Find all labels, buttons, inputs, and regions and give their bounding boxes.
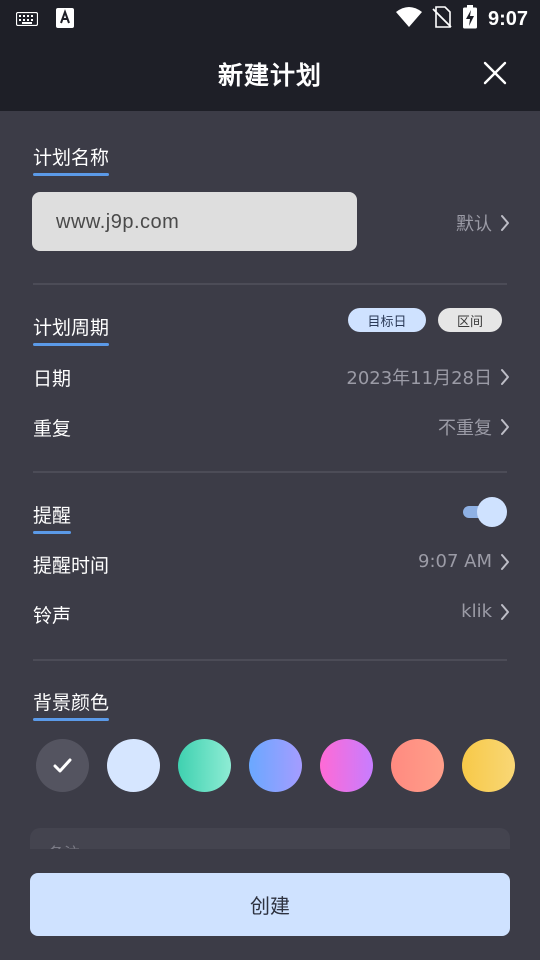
- color-swatch-pink[interactable]: [320, 739, 373, 792]
- color-swatch-coral[interactable]: [391, 739, 444, 792]
- ringtone-label: 铃声: [33, 605, 72, 627]
- color-swatch-blue-purple[interactable]: [249, 739, 302, 792]
- repeat-label: 重复: [33, 418, 72, 440]
- reminder-time-value: 9:07 AM: [418, 551, 492, 572]
- toggle-knob: [477, 497, 507, 527]
- color-swatch-yellow[interactable]: [462, 739, 515, 792]
- chip-interval[interactable]: 区间: [438, 308, 502, 332]
- plan-period-heading: 计划周期: [33, 313, 110, 346]
- reminder-label: 提醒: [33, 505, 72, 527]
- reminder-heading: 提醒: [33, 501, 72, 534]
- status-bar: 9:07: [0, 0, 540, 36]
- create-button[interactable]: 创建: [30, 873, 510, 936]
- color-swatch-teal[interactable]: [178, 739, 231, 792]
- color-swatch-light-blue[interactable]: [107, 739, 160, 792]
- repeat-value-button[interactable]: 不重复: [438, 414, 510, 440]
- reminder-toggle[interactable]: [463, 497, 507, 527]
- bottom-bar: 创建: [0, 849, 540, 960]
- heading-underline: [33, 343, 110, 346]
- chip-target-day[interactable]: 目标日: [348, 308, 426, 332]
- form-content[interactable]: 计划名称 www.j9p.com 默认 计划周期 目标日 区间 日期 2023年…: [0, 111, 540, 849]
- plan-name-label: 计划名称: [33, 147, 110, 169]
- wifi-icon: [395, 6, 422, 32]
- repeat-value: 不重复: [438, 418, 492, 439]
- divider: [33, 471, 507, 473]
- no-sim-icon: [432, 6, 452, 32]
- plan-name-default-button[interactable]: 默认: [456, 210, 510, 236]
- status-time: 9:07: [487, 7, 528, 30]
- chevron-right-icon: [501, 603, 509, 620]
- date-value: 2023年11月28日: [346, 368, 492, 389]
- page-title: 新建计划: [217, 61, 322, 90]
- chevron-right-icon: [501, 215, 509, 231]
- date-value-button[interactable]: 2023年11月28日: [346, 364, 510, 390]
- plan-period-label: 计划周期: [33, 317, 110, 339]
- reminder-time-button[interactable]: 9:07 AM: [418, 551, 510, 572]
- checkmark-icon: [53, 758, 72, 773]
- reminder-time-label: 提醒时间: [33, 555, 110, 577]
- title-bar: 新建计划: [0, 36, 540, 111]
- divider: [33, 659, 507, 661]
- plan-name-heading: 计划名称: [33, 143, 110, 176]
- keyboard-icon: [15, 11, 39, 30]
- date-label: 日期: [33, 368, 72, 390]
- close-button[interactable]: [480, 58, 510, 88]
- notes-input[interactable]: 备注: [30, 828, 510, 849]
- ringtone-value: klik: [461, 601, 492, 622]
- chevron-right-icon: [501, 553, 509, 570]
- heading-underline: [33, 531, 72, 534]
- background-color-heading: 背景颜色: [33, 688, 110, 721]
- a-icon: [56, 8, 74, 32]
- ringtone-button[interactable]: klik: [461, 601, 510, 622]
- close-icon: [483, 61, 507, 85]
- chevron-right-icon: [501, 419, 509, 435]
- heading-underline: [33, 718, 110, 721]
- chevron-right-icon: [501, 369, 509, 385]
- battery-charging-icon: [462, 5, 478, 33]
- heading-underline: [33, 173, 110, 176]
- color-swatch-dark[interactable]: [36, 739, 89, 792]
- plan-name-input[interactable]: www.j9p.com: [32, 192, 357, 251]
- divider: [33, 283, 507, 285]
- default-label: 默认: [456, 214, 492, 235]
- background-color-label: 背景颜色: [33, 692, 110, 714]
